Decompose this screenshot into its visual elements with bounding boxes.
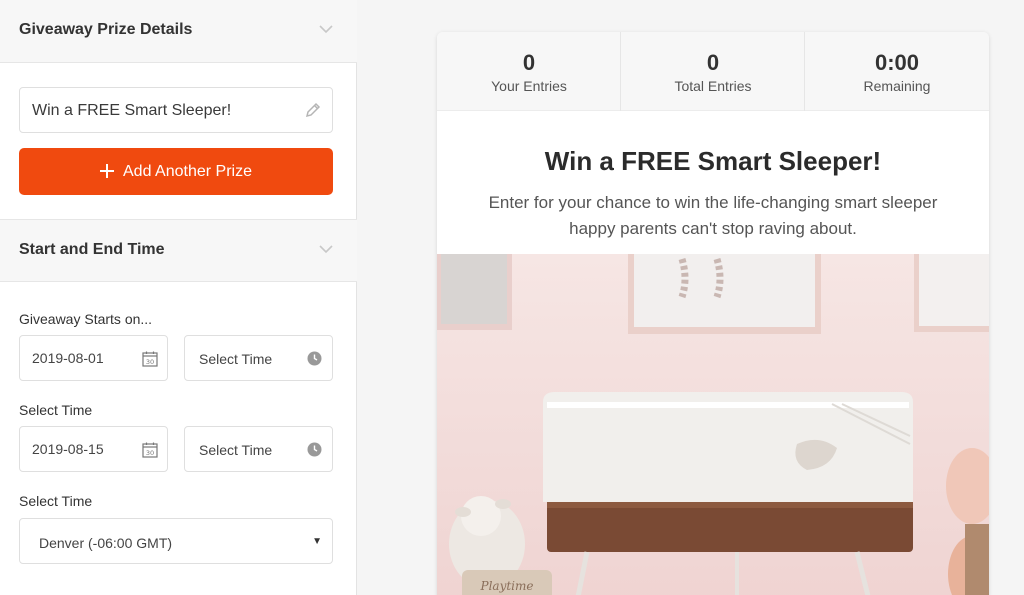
wall-frame xyxy=(914,254,989,332)
start-time-field[interactable]: Select Time xyxy=(184,335,333,381)
end-date-field[interactable]: 2019-08-15 30 xyxy=(19,426,168,472)
section-title: Start and End Time xyxy=(19,241,165,258)
stat-value: 0:00 xyxy=(874,50,920,75)
stat-label: Your Entries xyxy=(491,78,567,94)
chevron-down-icon[interactable] xyxy=(319,22,333,36)
plus-icon xyxy=(100,164,114,178)
wall-frame xyxy=(628,254,821,334)
hero-image: Playtime xyxy=(437,254,989,595)
svg-text:30: 30 xyxy=(146,358,154,366)
end-label: Select Time xyxy=(19,402,93,418)
prize-name-field[interactable]: Win a FREE Smart Sleeper! xyxy=(19,87,333,133)
start-date-field[interactable]: 2019-08-01 30 xyxy=(19,335,168,381)
add-prize-button[interactable]: Add Another Prize xyxy=(19,148,333,195)
giveaway-description: Enter for your chance to win the life-ch… xyxy=(488,193,938,238)
wall-frame xyxy=(437,254,512,330)
caret-down-icon[interactable]: ▼ xyxy=(312,536,322,547)
stat-value: 0 xyxy=(706,50,720,75)
add-prize-label: Add Another Prize xyxy=(123,163,252,180)
timezone-select[interactable]: Denver (-06:00 GMT) ▼ xyxy=(19,518,333,564)
settings-panel: Giveaway Prize Details Win a FREE Smart … xyxy=(0,0,357,595)
prize-section-header[interactable]: Giveaway Prize Details xyxy=(0,0,357,63)
calendar-icon[interactable]: 30 xyxy=(141,350,159,368)
svg-text:30: 30 xyxy=(146,449,154,457)
stat-total-entries: 0 Total Entries xyxy=(621,32,805,111)
stat-your-entries: 0 Your Entries xyxy=(437,32,621,111)
prize-name-value: Win a FREE Smart Sleeper! xyxy=(32,102,232,119)
end-time-field[interactable]: Select Time xyxy=(184,426,333,472)
chevron-down-icon[interactable] xyxy=(319,242,333,256)
stat-label: Total Entries xyxy=(674,78,752,94)
calendar-icon[interactable]: 30 xyxy=(141,441,159,459)
stat-value: 0 xyxy=(522,50,536,75)
toy-text: Playtime xyxy=(480,579,534,593)
giveaway-headline: Win a FREE Smart Sleeper! xyxy=(544,146,882,176)
start-time-placeholder: Select Time xyxy=(199,351,273,367)
start-date-value: 2019-08-01 xyxy=(32,350,104,366)
giveaway-preview-card: 0 Your Entries 0 Total Entries 0:00 Rema… xyxy=(437,32,989,595)
timezone-label: Select Time xyxy=(19,493,93,509)
section-title: Giveaway Prize Details xyxy=(19,21,193,38)
timezone-value: Denver (-06:00 GMT) xyxy=(39,535,173,551)
clock-icon[interactable] xyxy=(307,351,322,366)
clock-icon[interactable] xyxy=(307,442,322,457)
stats-bar: 0 Your Entries 0 Total Entries 0:00 Rema… xyxy=(437,32,989,111)
time-section-header[interactable]: Start and End Time xyxy=(0,219,357,282)
start-label: Giveaway Starts on... xyxy=(19,311,153,327)
stat-label: Remaining xyxy=(863,78,931,94)
end-time-placeholder: Select Time xyxy=(199,442,273,458)
stat-remaining: 0:00 Remaining xyxy=(805,32,989,111)
pencil-icon[interactable] xyxy=(304,101,322,119)
end-date-value: 2019-08-15 xyxy=(32,441,104,457)
